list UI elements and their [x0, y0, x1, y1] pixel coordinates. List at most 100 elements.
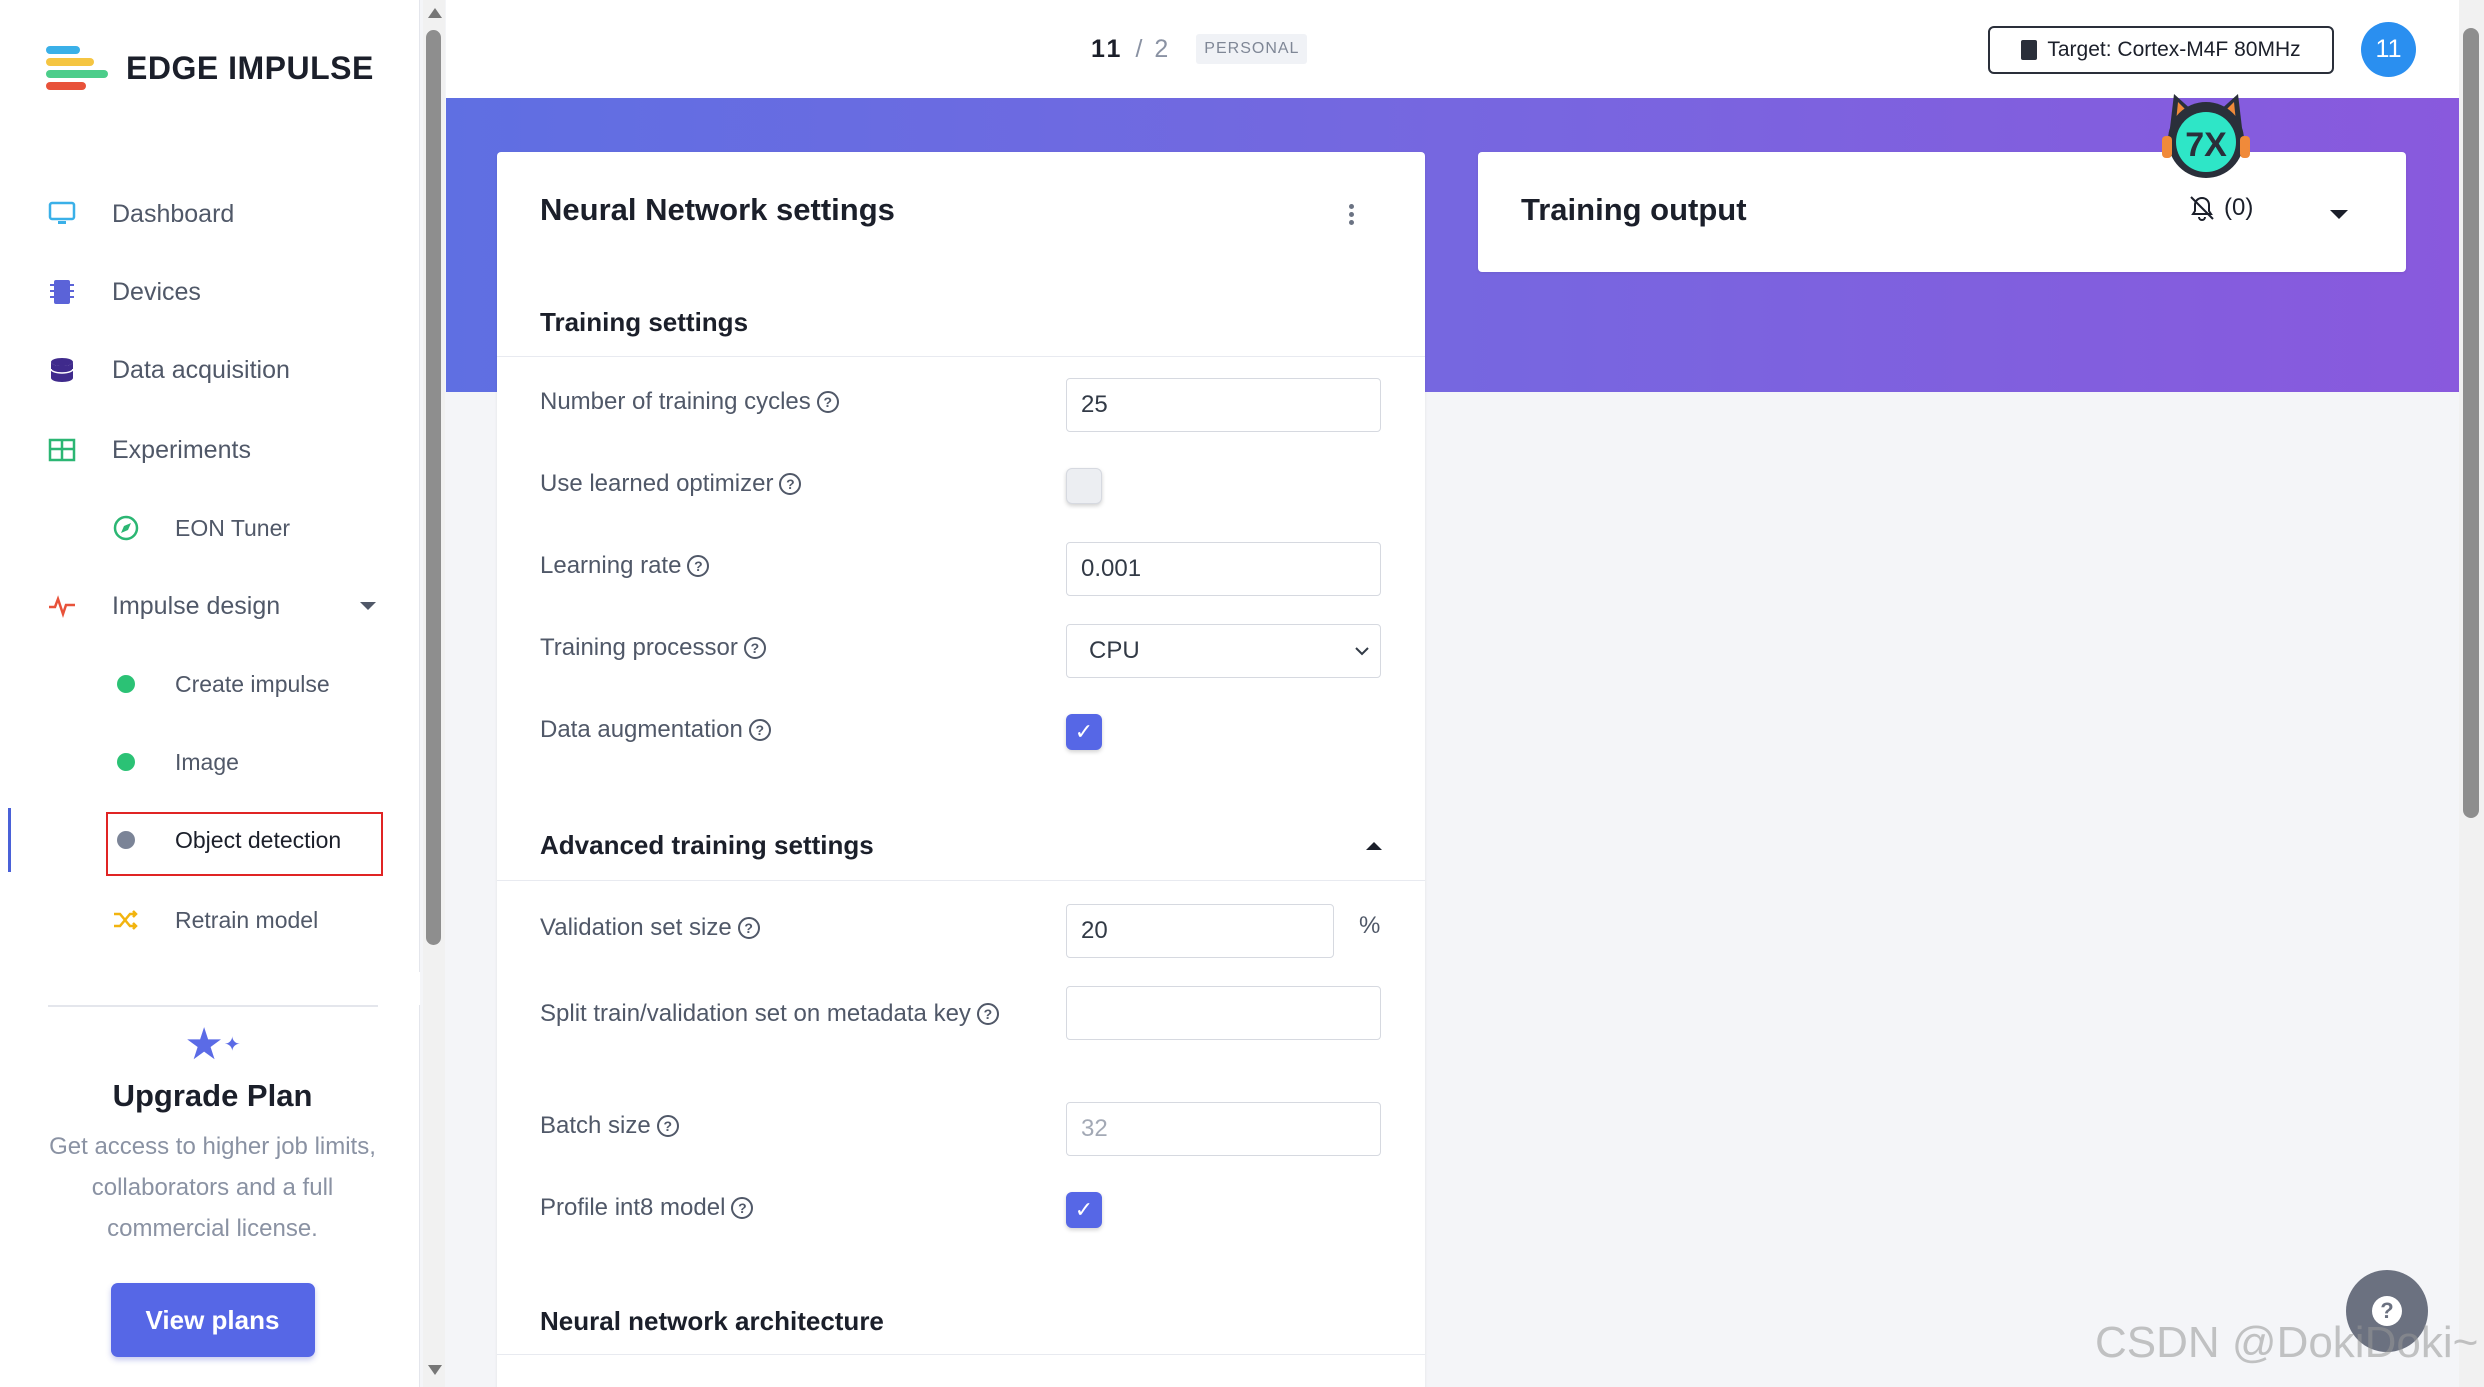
cat-mascot-icon: 7X — [2156, 88, 2256, 182]
help-icon[interactable]: ? — [816, 391, 839, 413]
upgrade-text: Get access to higher job limits, collabo… — [49, 1133, 376, 1242]
divider — [48, 1005, 378, 1007]
split-metadata-input[interactable] — [1066, 986, 1381, 1040]
training-cycles-label: Number of training cycles? — [540, 388, 839, 416]
scrollbar-thumb[interactable] — [426, 30, 441, 945]
sidebar-item-image[interactable]: Image — [0, 732, 420, 792]
sidebar-item-label: Dashboard — [112, 199, 235, 228]
shuffle-icon — [110, 904, 142, 936]
help-icon[interactable]: ? — [687, 555, 710, 577]
help-icon[interactable]: ? — [737, 917, 760, 939]
training-processor-select[interactable]: CPU — [1066, 624, 1381, 678]
sidebar-scrollbar[interactable] — [423, 0, 445, 1387]
batch-size-label: Batch size? — [540, 1112, 679, 1140]
sidebar-item-label: Create impulse — [175, 670, 330, 697]
status-dot-icon — [110, 746, 142, 778]
percent-unit: % — [1359, 912, 1381, 939]
main-scrollbar[interactable] — [2459, 0, 2484, 1387]
section-title: Training settings — [540, 307, 749, 337]
help-icon[interactable]: ? — [779, 473, 802, 495]
training-processor-label: Training processor? — [540, 634, 766, 662]
help-icon[interactable]: ? — [731, 1197, 754, 1219]
sidebar-item-experiments[interactable]: Experiments — [0, 420, 420, 480]
select-value: CPU — [1089, 637, 1140, 664]
training-output-card: Training output (0) — [1478, 152, 2406, 272]
edge-impulse-logo-icon — [46, 46, 108, 90]
scroll-down-arrow-icon[interactable] — [428, 1365, 442, 1375]
dropdown-caret-icon[interactable] — [2330, 210, 2348, 219]
watermark: CSDN @DokiDoki~ — [2095, 1318, 2479, 1367]
status-dot-icon — [110, 668, 142, 700]
pulse-icon — [46, 590, 78, 622]
upgrade-title: Upgrade Plan — [112, 1078, 313, 1113]
help-icon[interactable]: ? — [976, 1003, 999, 1025]
learning-rate-label: Learning rate? — [540, 552, 710, 580]
upgrade-panel: ★✦ Upgrade Plan Get access to higher job… — [40, 1020, 385, 1357]
chip-icon — [2021, 40, 2038, 60]
top-bar: 11 / 2 PERSONAL Target: Cortex-M4F 80MHz… — [446, 0, 2459, 98]
sidebar-item-label: Experiments — [112, 435, 251, 464]
highlight-box — [106, 812, 383, 876]
sidebar-item-data-acquisition[interactable]: Data acquisition — [0, 340, 420, 400]
logo[interactable]: EDGE IMPULSE — [46, 46, 374, 90]
notifications-toggle[interactable]: (0) — [2188, 194, 2253, 222]
help-icon[interactable]: ? — [743, 637, 766, 659]
target-label: Target: Cortex-M4F 80MHz — [2047, 38, 2301, 61]
view-plans-button[interactable]: View plans — [110, 1283, 315, 1357]
sidebar-item-label: EON Tuner — [175, 514, 291, 541]
validation-size-label: Validation set size? — [540, 914, 760, 942]
card-title: Neural Network settings — [540, 192, 895, 227]
sidebar-item-eon-tuner[interactable]: EON Tuner — [0, 498, 420, 558]
chevron-down-icon[interactable] — [360, 602, 376, 610]
batch-size-input[interactable]: 32 — [1066, 1102, 1381, 1156]
sparkle-star-icon: ★✦ — [184, 1020, 241, 1069]
bell-off-icon — [2190, 196, 2214, 221]
divider — [497, 1354, 1425, 1355]
sidebar-item-label: Impulse design — [112, 591, 281, 620]
table-grid-icon — [46, 434, 78, 466]
divider — [497, 356, 1425, 357]
split-metadata-label: Split train/validation set on metadata k… — [540, 996, 1040, 1032]
neural-network-settings-card: Neural Network settings Training setting… — [497, 152, 1425, 1387]
profile-int8-checkbox[interactable]: ✓ — [1066, 1192, 1102, 1228]
learned-optimizer-label: Use learned optimizer? — [540, 470, 802, 498]
learning-rate-input[interactable]: 0.001 — [1066, 542, 1381, 596]
project-breadcrumb[interactable]: 11 / 2 PERSONAL — [1091, 34, 1308, 64]
collapse-caret-icon[interactable] — [1366, 842, 1382, 850]
plan-badge: PERSONAL — [1196, 34, 1308, 64]
sidebar-item-create-impulse[interactable]: Create impulse — [0, 654, 420, 714]
help-icon[interactable]: ? — [656, 1115, 679, 1137]
sidebar-item-devices[interactable]: Devices — [0, 262, 420, 322]
divider — [497, 880, 1425, 881]
database-icon — [46, 354, 78, 386]
scroll-up-arrow-icon[interactable] — [428, 8, 442, 18]
validation-size-input[interactable]: 20 — [1066, 904, 1334, 958]
sidebar-item-label: Devices — [112, 277, 201, 306]
sidebar-item-impulse-design[interactable]: Impulse design — [0, 576, 420, 636]
help-icon[interactable]: ? — [748, 719, 771, 741]
section-title: Neural network architecture — [540, 1306, 884, 1336]
data-augmentation-checkbox[interactable]: ✓ — [1066, 714, 1102, 750]
learned-optimizer-checkbox[interactable] — [1066, 468, 1102, 504]
notification-count: (0) — [2224, 194, 2254, 221]
data-augmentation-label: Data augmentation? — [540, 716, 771, 744]
app-name: EDGE IMPULSE — [126, 49, 374, 86]
svg-text:7X: 7X — [2185, 126, 2227, 164]
project-id: 11 — [1091, 34, 1124, 63]
target-device-button[interactable]: Target: Cortex-M4F 80MHz — [1988, 26, 2334, 74]
profile-int8-label: Profile int8 model? — [540, 1194, 754, 1222]
list-fade — [0, 972, 420, 1005]
breadcrumb-separator: / — [1135, 34, 1143, 63]
sidebar-item-retrain-model[interactable]: Retrain model — [0, 890, 420, 950]
chevron-down-icon — [1355, 647, 1369, 656]
kebab-menu-icon[interactable] — [1347, 204, 1355, 228]
avatar[interactable]: 11 — [2361, 22, 2416, 77]
scrollbar-thumb[interactable] — [2463, 28, 2479, 818]
sidebar-item-label: Data acquisition — [112, 355, 290, 384]
project-version: 2 — [1154, 34, 1169, 63]
sidebar-item-label: Image — [175, 748, 239, 775]
sidebar-item-dashboard[interactable]: Dashboard — [0, 184, 420, 244]
training-cycles-input[interactable]: 25 — [1066, 378, 1381, 432]
sidebar-item-label: Retrain model — [175, 906, 319, 933]
sidebar: EDGE IMPULSE Dashboard Devices Data acqu… — [0, 0, 420, 1387]
